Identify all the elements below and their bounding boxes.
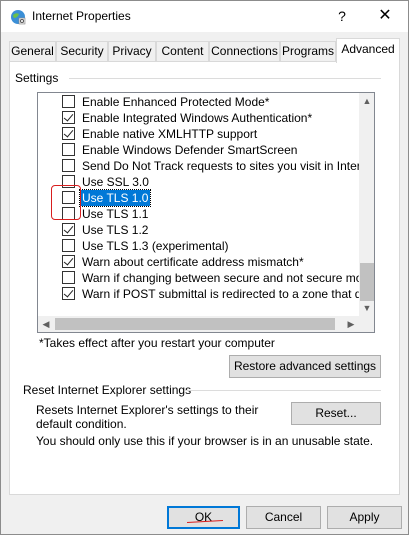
scrollbar-corner — [359, 316, 374, 332]
divider — [69, 78, 381, 79]
reset-warning: You should only use this if your browser… — [36, 434, 374, 448]
scroll-down-icon[interactable]: ▼ — [359, 300, 374, 316]
help-button[interactable]: ? — [331, 4, 353, 28]
tab-advanced[interactable]: Advanced — [336, 38, 400, 63]
list-item[interactable]: Warn if changing between secure and not … — [38, 270, 374, 286]
reset-button[interactable]: Reset... — [291, 402, 381, 425]
checkbox[interactable] — [62, 223, 75, 236]
list-item-label: Use TLS 1.1 — [82, 207, 149, 221]
list-item-label: Warn if POST submittal is redirected to … — [82, 287, 375, 301]
scrollbar-thumb[interactable] — [360, 263, 374, 301]
scrollbar-thumb[interactable] — [55, 318, 335, 330]
title-bar: Internet Properties ? ✕ — [1, 1, 408, 32]
checkbox[interactable] — [62, 95, 75, 108]
list-item[interactable]: Use TLS 1.1 — [38, 206, 362, 222]
list-item-label: Use TLS 1.2 — [82, 223, 149, 237]
checkbox[interactable] — [62, 287, 75, 300]
list-item[interactable]: Send Do Not Track requests to sites you … — [38, 158, 374, 174]
tab-security[interactable]: Security — [56, 41, 108, 62]
settings-list[interactable]: Enable Enhanced Protected Mode* Enable I… — [37, 92, 375, 333]
list-item[interactable]: Warn about certificate address mismatch* — [38, 254, 362, 270]
list-item-label: Enable native XMLHTTP support — [82, 127, 258, 141]
vertical-scrollbar[interactable]: ▲ ▼ — [359, 93, 374, 316]
cancel-button[interactable]: Cancel — [246, 506, 321, 529]
list-item-label: Enable Enhanced Protected Mode* — [82, 95, 270, 109]
list-item-label: Use TLS 1.3 (experimental) — [82, 239, 229, 253]
settings-group-label: Settings — [15, 71, 59, 85]
scroll-left-icon[interactable]: ◀ — [38, 316, 54, 332]
divider — [185, 390, 381, 391]
reset-group-label: Reset Internet Explorer settings — [23, 383, 192, 397]
list-item-label: Use TLS 1.0 — [78, 189, 152, 207]
restore-advanced-settings-button[interactable]: Restore advanced settings — [229, 355, 381, 378]
checkbox[interactable] — [62, 143, 75, 156]
close-icon[interactable]: ✕ — [368, 4, 402, 28]
list-item[interactable]: Use TLS 1.2 — [38, 222, 362, 238]
checkbox[interactable] — [62, 127, 75, 140]
internet-options-globe-icon — [11, 10, 26, 25]
checkbox[interactable] — [62, 239, 75, 252]
list-item[interactable]: Enable Windows Defender SmartScreen — [38, 142, 362, 158]
scroll-up-icon[interactable]: ▲ — [359, 93, 374, 109]
tab-general[interactable]: General — [9, 41, 56, 62]
checkbox[interactable] — [62, 159, 75, 172]
list-item[interactable]: Use TLS 1.3 (experimental) — [38, 238, 362, 254]
list-item-label: Enable Integrated Windows Authentication… — [82, 111, 313, 125]
list-item-label: Warn if changing between secure and not … — [82, 271, 375, 285]
list-item[interactable]: Enable native XMLHTTP support — [38, 126, 362, 142]
list-item[interactable]: Enable Integrated Windows Authentication… — [38, 110, 362, 126]
checkbox[interactable] — [62, 111, 75, 124]
internet-properties-window: Internet Properties ? ✕ General Security… — [0, 0, 409, 535]
red-annotation-circle — [51, 185, 81, 220]
list-item-label: Warn about certificate address mismatch* — [82, 255, 304, 269]
scroll-right-icon[interactable]: ▶ — [343, 316, 359, 332]
tab-content[interactable]: Content — [156, 41, 209, 62]
ok-button[interactable]: OK — [167, 506, 240, 529]
reset-description: Resets Internet Explorer's settings to t… — [36, 403, 259, 431]
list-item-selected[interactable]: Use TLS 1.0 — [38, 189, 362, 207]
list-item[interactable]: Use SSL 3.0 — [38, 174, 362, 190]
tab-privacy[interactable]: Privacy — [108, 41, 156, 62]
tab-programs[interactable]: Programs — [280, 41, 336, 62]
list-item-label: Send Do Not Track requests to sites you … — [82, 159, 375, 173]
checkbox[interactable] — [62, 255, 75, 268]
list-item-label: Use SSL 3.0 — [82, 175, 149, 189]
list-item-label: Enable Windows Defender SmartScreen — [82, 143, 298, 157]
window-title: Internet Properties — [32, 9, 131, 23]
horizontal-scrollbar[interactable]: ◀ ▶ — [38, 316, 359, 332]
list-item[interactable]: Enable Enhanced Protected Mode* — [38, 94, 362, 110]
restart-note: *Takes effect after you restart your com… — [39, 336, 275, 350]
checkbox[interactable] — [62, 271, 75, 284]
list-item[interactable]: Warn if POST submittal is redirected to … — [38, 286, 374, 302]
apply-button[interactable]: Apply — [327, 506, 402, 529]
tab-connections[interactable]: Connections — [209, 41, 280, 62]
